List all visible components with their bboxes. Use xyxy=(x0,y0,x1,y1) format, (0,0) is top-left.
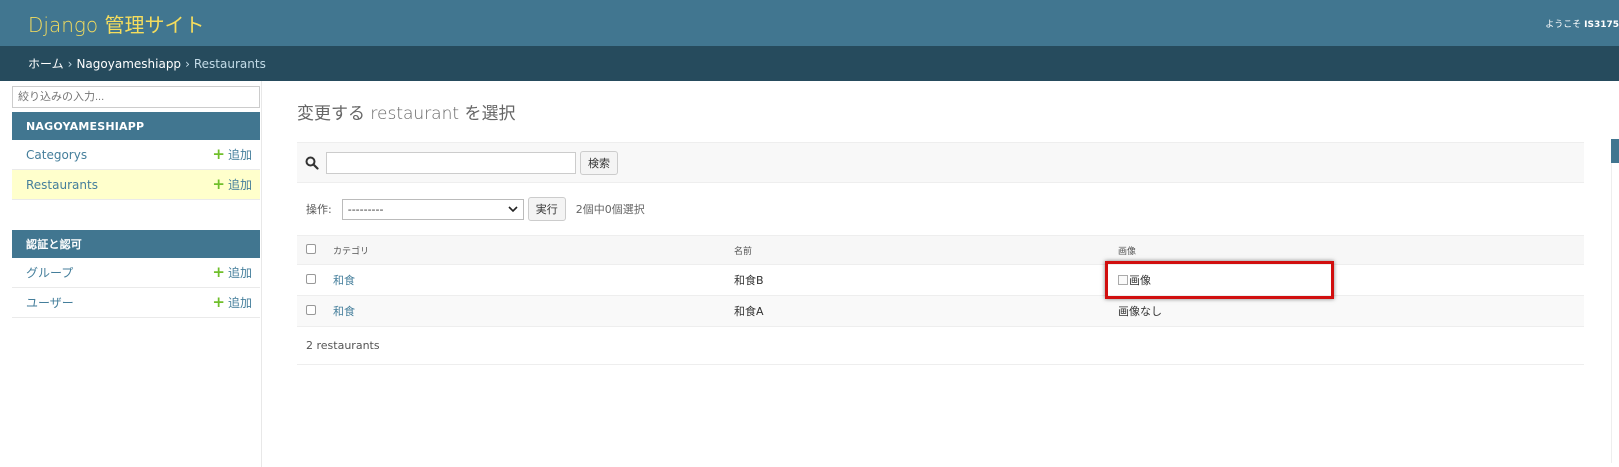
select-all-cell xyxy=(297,235,333,265)
row-checkbox[interactable] xyxy=(306,304,316,315)
sidebar-item-categorys: Categorys + 追加 xyxy=(12,140,260,170)
action-counter: 2個中0個選択 xyxy=(575,203,645,216)
action-select[interactable]: --------- xyxy=(341,198,524,220)
go-button[interactable]: 実行 xyxy=(527,197,566,221)
image-cell: 画像なし xyxy=(1118,295,1584,327)
sidebar-link-restaurants[interactable]: Restaurants xyxy=(26,178,98,192)
add-label: 追加 xyxy=(227,148,252,162)
plus-icon: + xyxy=(212,263,225,281)
breadcrumb-home[interactable]: ホーム xyxy=(28,55,64,72)
column-header-image[interactable]: 画像 xyxy=(1118,235,1584,265)
search-toolbar: 検索 xyxy=(297,142,1584,183)
sidebar-link-users[interactable]: ユーザー xyxy=(26,294,74,311)
image-alt-text: 画像 xyxy=(1129,274,1151,287)
breadcrumb-separator: › xyxy=(185,56,190,71)
sidebar-link-categorys[interactable]: Categorys xyxy=(26,148,87,162)
action-selected-value: --------- xyxy=(347,202,384,216)
column-header-category[interactable]: カテゴリ xyxy=(333,235,734,265)
actions-bar: 操作: --------- 実行 2個中0個選択 xyxy=(297,183,1584,235)
plus-icon: + xyxy=(212,293,225,311)
select-all-checkbox[interactable] xyxy=(306,243,316,254)
column-header-name[interactable]: 名前 xyxy=(734,235,1118,265)
category-cell: 和食 xyxy=(333,264,734,296)
image-cell: 画像 xyxy=(1105,261,1584,299)
row-checkbox-cell xyxy=(297,264,333,296)
broken-image: 画像 xyxy=(1118,272,1151,288)
broken-image-icon xyxy=(1118,275,1128,285)
search-input[interactable] xyxy=(326,151,576,174)
nav-sidebar: NAGOYAMESHIAPP Categorys +追加 Restaurants… xyxy=(0,81,262,467)
breadcrumb-current: Restaurants xyxy=(193,56,266,71)
sidebar-item-users: ユーザー + 追加 xyxy=(12,288,260,318)
plus-icon: + xyxy=(212,145,225,163)
sidebar-link-groups[interactable]: グループ xyxy=(26,264,73,281)
chevron-down-icon xyxy=(508,206,518,213)
module-nagoyameshiapp: NAGOYAMESHIAPP Categorys + 追加 Restaurants… xyxy=(12,112,260,200)
page-title: 変更する restaurant を選択 xyxy=(297,104,516,124)
module-auth: 認証と認可 グループ + 追加 ユーザー + 追加 xyxy=(12,230,260,318)
add-label: 追加 xyxy=(227,296,252,310)
content: 変更する restaurant を選択 検索 操作: --------- 実行 … xyxy=(262,81,1619,467)
search-icon xyxy=(305,156,319,170)
header: Django 管理サイト ようこそ IS3175 xyxy=(0,0,1619,46)
breadcrumb-app[interactable]: Nagoyameshiapp xyxy=(76,57,181,71)
divider xyxy=(1611,163,1612,463)
nav-filter-input[interactable] xyxy=(12,86,260,108)
module-caption[interactable]: 認証と認可 xyxy=(12,230,260,258)
user-tools: ようこそ IS3175 xyxy=(1545,17,1619,30)
main: NAGOYAMESHIAPP Categorys +追加 Restaurants… xyxy=(0,81,1619,467)
breadcrumb: ホーム › Nagoyameshiapp › Restaurants xyxy=(0,46,1619,81)
search-button[interactable]: 検索 xyxy=(580,150,618,175)
result-table: カテゴリ 名前 画像 和食 和食B 画像 和食 和食A 画像なし xyxy=(297,235,1584,327)
category-link[interactable]: 和食 xyxy=(333,305,355,318)
username: IS3175 xyxy=(1584,19,1619,30)
filter-panel-tab[interactable] xyxy=(1611,139,1619,163)
table-row: 和食 和食A 画像なし xyxy=(297,295,1584,327)
welcome-text: ようこそ xyxy=(1545,19,1585,30)
plus-icon: + xyxy=(212,175,225,193)
sidebar-item-groups: グループ + 追加 xyxy=(12,258,260,288)
add-label: 追加 xyxy=(227,178,252,192)
name-cell: 和食B xyxy=(734,264,1118,296)
add-restaurants-button[interactable]: + 追加 xyxy=(212,176,252,193)
action-label: 操作: xyxy=(306,203,332,216)
category-link[interactable]: 和食 xyxy=(333,274,355,287)
site-name[interactable]: Django 管理サイト xyxy=(28,9,204,38)
breadcrumb-separator: › xyxy=(67,56,73,71)
category-cell: 和食 xyxy=(333,295,734,327)
add-user-button[interactable]: + 追加 xyxy=(212,294,252,311)
table-row: 和食 和食B 画像 xyxy=(297,261,1584,299)
name-cell: 和食A xyxy=(734,295,1118,327)
row-checkbox-cell xyxy=(297,295,333,327)
module-caption[interactable]: NAGOYAMESHIAPP xyxy=(12,112,260,140)
row-checkbox[interactable] xyxy=(306,273,316,284)
add-group-button[interactable]: + 追加 xyxy=(212,264,252,281)
table-header-row: カテゴリ 名前 画像 xyxy=(297,235,1584,265)
add-categorys-button[interactable]: + 追加 xyxy=(212,146,252,163)
paginator: 2 restaurants xyxy=(297,327,1584,365)
add-label: 追加 xyxy=(227,266,252,280)
sidebar-item-restaurants: Restaurants + 追加 xyxy=(12,170,260,200)
